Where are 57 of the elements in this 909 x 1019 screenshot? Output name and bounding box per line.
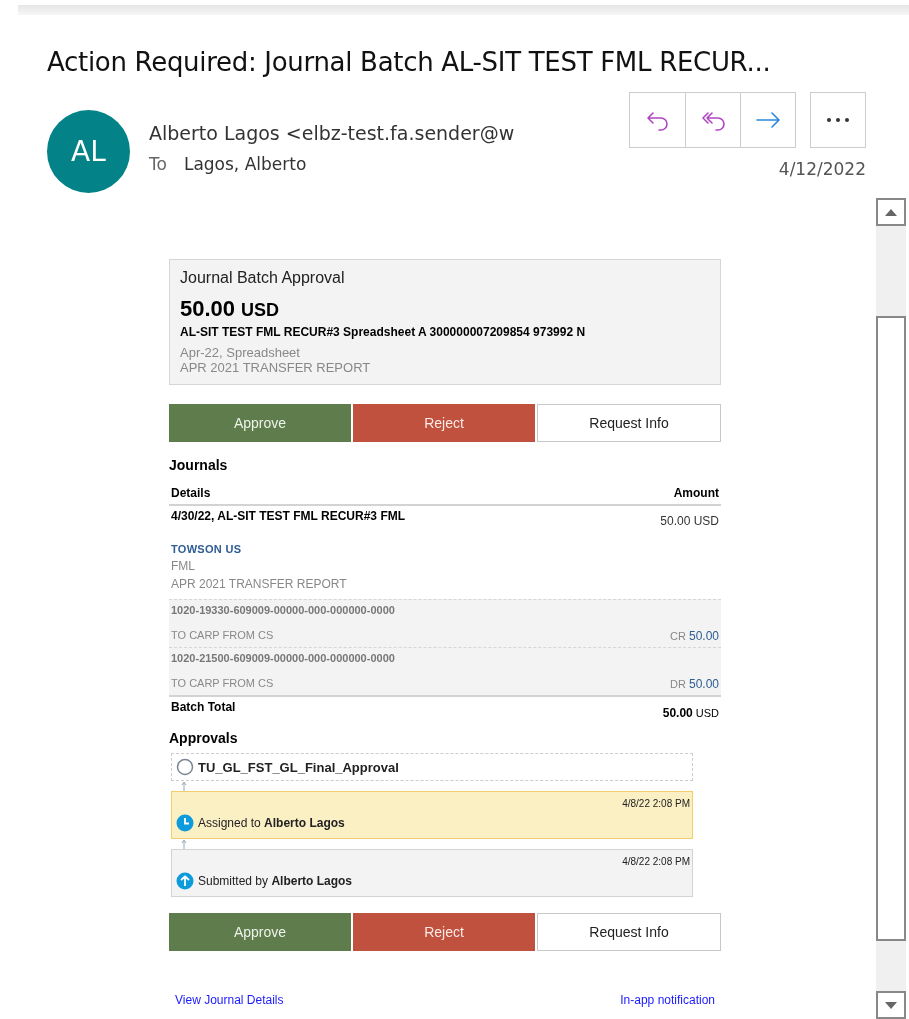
journal-category: FML: [171, 558, 196, 575]
recipient-name: Lagos, Alberto: [183, 153, 307, 175]
approve-button[interactable]: Approve: [169, 404, 351, 442]
journal-title: 4/30/22, AL-SIT TEST FML RECUR#3 FML: [171, 508, 406, 524]
step-time: 4/8/22 2:08 PM: [621, 797, 690, 811]
step-name: TU_GL_FST_GL_Final_Approval: [198, 759, 399, 775]
section-heading: Journals: [169, 456, 229, 474]
connector-arrow: [181, 781, 187, 791]
total-amount: 50.00: [662, 706, 693, 720]
entry-side: DR: [670, 678, 686, 690]
circle-icon: [176, 758, 194, 776]
sender-name: Alberto Lagos <elbz-test.fa.sender@w: [149, 121, 516, 146]
step-text: Submitted by Alberto Lagos: [198, 874, 353, 888]
step-text: Assigned to Alberto Lagos: [198, 816, 345, 830]
line-description: TO CARP FROM CS: [171, 628, 274, 643]
ledger-name: TOWSON US: [171, 542, 243, 557]
scroll-thumb[interactable]: [876, 316, 906, 941]
connector-arrow: [181, 839, 187, 849]
journal-description: APR 2021 TRANSFER REPORT: [171, 576, 348, 593]
reject-button[interactable]: Reject: [353, 913, 535, 951]
reject-button[interactable]: Reject: [353, 404, 535, 442]
total-label: Batch Total: [171, 699, 236, 716]
avatar: AL: [47, 110, 130, 193]
line-amount: 50.00: [688, 677, 719, 691]
more-icon: [827, 118, 849, 122]
link[interactable]: View Journal Details: [175, 993, 284, 1007]
section-heading: Approvals: [169, 729, 239, 747]
card-title: Journal Batch Approval: [180, 268, 346, 288]
entry-side: CR: [670, 630, 686, 642]
step-time: 4/8/22 2:08 PM: [621, 855, 690, 869]
batch-reference: AL-SIT TEST FML RECUR#3 Spreadsheet A 300000007209854 973992 N: [180, 325, 587, 340]
column-header: Details: [171, 486, 211, 500]
to-label: To: [149, 153, 167, 175]
email-date: 4/12/2022: [778, 158, 866, 180]
down-triangle-icon: [885, 1001, 897, 1009]
link[interactable]: In-app notification: [620, 993, 715, 1007]
column-header: Amount: [673, 486, 719, 500]
account-code: 1020-21500-609009-00000-000-000000-0000: [171, 651, 396, 666]
line-amount: 50.00: [688, 629, 719, 643]
info-button[interactable]: Request Info: [537, 913, 721, 951]
card-detail: APR 2021 TRANSFER REPORT: [180, 360, 372, 375]
clock-icon: [176, 814, 194, 832]
scrollbar[interactable]: [876, 198, 906, 1019]
card-detail: Apr-22, Spreadsheet: [180, 345, 301, 360]
scroll-down-button[interactable]: [876, 991, 906, 1019]
total-currency: USD: [695, 707, 719, 719]
email-subject: Action Required: Journal Batch AL-SIT TEST FML RECUR...: [47, 46, 772, 79]
journal-amount: 50.00 USD: [660, 514, 719, 528]
line-description: TO CARP FROM CS: [171, 676, 274, 691]
amount: 50.00: [180, 296, 236, 321]
up-triangle-icon: [885, 208, 897, 216]
approve-button[interactable]: Approve: [169, 913, 351, 951]
scroll-up-button[interactable]: [876, 198, 906, 226]
info-button[interactable]: Request Info: [537, 404, 721, 442]
more-button[interactable]: [810, 92, 866, 148]
currency: USD: [241, 300, 280, 320]
account-code: 1020-19330-609009-00000-000-000000-0000: [171, 603, 396, 618]
